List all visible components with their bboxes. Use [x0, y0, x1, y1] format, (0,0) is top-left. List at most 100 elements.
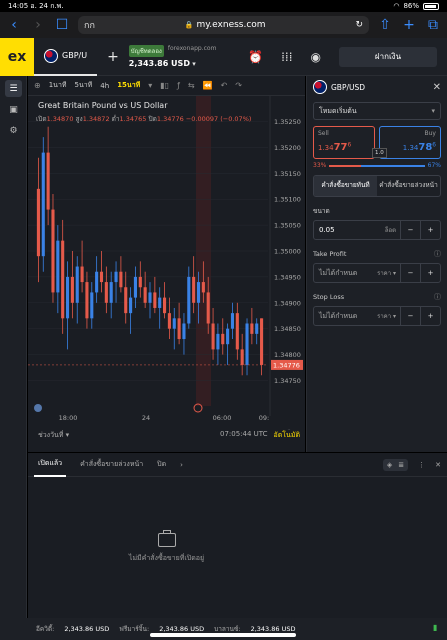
- timeframe-1m[interactable]: 1นาที: [49, 80, 67, 91]
- tab-pending-order[interactable]: คำสั่งซื้อขายล่วงหน้า: [377, 176, 440, 196]
- rewind-icon[interactable]: ⏪: [203, 81, 213, 90]
- candle-body: [187, 276, 191, 324]
- volume-value[interactable]: 0.05: [314, 226, 385, 234]
- undo-icon[interactable]: ↶: [221, 81, 228, 90]
- home-indicator: [150, 633, 296, 637]
- indicators-icon[interactable]: ƒ: [177, 81, 180, 90]
- calendar-icon[interactable]: ▣: [5, 101, 22, 118]
- new-tab-icon[interactable]: +: [401, 17, 417, 33]
- buy-button[interactable]: Buy 1.34786: [379, 126, 441, 159]
- battery-percent: 86%: [403, 2, 419, 10]
- reader-aa-button[interactable]: กก: [84, 18, 95, 32]
- share-icon[interactable]: ⇧: [377, 17, 393, 33]
- close-icon[interactable]: ✕: [435, 461, 441, 469]
- sell-percent: 33%: [313, 162, 327, 169]
- timeframe-5m[interactable]: 5นาที: [75, 80, 93, 91]
- apps-grid-icon[interactable]: ⁞⁞⁞: [281, 50, 292, 64]
- candle-body: [196, 282, 201, 303]
- sell-button[interactable]: Sell 1.34776: [313, 126, 375, 159]
- address-bar[interactable]: กก 🔒 my.exness.com ↻: [78, 16, 369, 34]
- auto-scale-button[interactable]: อัตโนมัติ: [274, 430, 300, 441]
- settings-icon[interactable]: ⚙: [5, 122, 22, 139]
- symbol-tab-label: GBP/U: [62, 51, 88, 60]
- y-tick-label: 1.34900: [274, 299, 301, 307]
- decrease-tp-button[interactable]: −: [400, 264, 420, 282]
- chevron-down-icon: ▾: [192, 60, 196, 68]
- buy-price-sup: 6: [432, 142, 436, 149]
- tabs-icon[interactable]: ⧉: [425, 17, 441, 33]
- free-margin-value: 2,343.86 USD: [159, 625, 205, 633]
- candle-type-icon[interactable]: ▮▯: [160, 81, 169, 90]
- tab-market-order[interactable]: คำสั่งซื้อขายทันที: [314, 176, 377, 196]
- sell-price-sup: 6: [347, 142, 352, 149]
- deposit-button[interactable]: ฝากเงิน: [339, 46, 437, 67]
- y-tick-label: 1.35050: [274, 222, 301, 230]
- tab-open-orders[interactable]: เปิดแล้ว: [34, 453, 67, 477]
- forward-icon[interactable]: ›: [30, 17, 46, 33]
- candle-body: [119, 271, 123, 288]
- candle-body: [114, 271, 118, 283]
- order-mode-select[interactable]: โหมดเริ่มต้น ▾: [313, 102, 441, 120]
- stop-loss-field[interactable]: ไม่ได้กำหนด ราคา − +: [313, 306, 441, 326]
- y-tick-label: 1.35000: [274, 248, 301, 256]
- x-tick-label: 06:00: [213, 414, 232, 422]
- price-chart[interactable]: 1.35250 1.35200 1.35150 1.35100 1.35050 1.350…: [28, 96, 305, 430]
- layers-icon[interactable]: ◈: [387, 461, 392, 469]
- candle-body: [51, 209, 55, 293]
- sell-price-big: 77: [333, 142, 348, 153]
- back-icon[interactable]: ‹: [6, 17, 22, 33]
- increase-tp-button[interactable]: +: [420, 264, 440, 282]
- gbp-flag-icon: [313, 80, 327, 94]
- account-selector[interactable]: บัญชีทดลอง forexonapp.com 2,343.86 USD ▾: [128, 45, 217, 68]
- redo-icon[interactable]: ↷: [235, 81, 242, 90]
- server-name: forexonapp.com: [167, 45, 217, 52]
- stop-loss-unit[interactable]: ราคา: [377, 311, 400, 321]
- timeframe-15m[interactable]: 15นาที: [117, 80, 140, 91]
- volume-field[interactable]: 0.05 ล็อต − +: [313, 220, 441, 240]
- decrease-volume-button[interactable]: −: [400, 221, 420, 239]
- candle-body: [90, 292, 94, 319]
- reload-icon[interactable]: ↻: [355, 20, 363, 30]
- stop-loss-value[interactable]: ไม่ได้กำหนด: [314, 311, 377, 322]
- url-text: my.exness.com: [196, 20, 266, 30]
- list-icon[interactable]: ☰: [5, 80, 22, 97]
- increase-sl-button[interactable]: +: [420, 307, 440, 325]
- low-label: ต่ำ: [111, 115, 120, 123]
- date-range-button[interactable]: ช่วงวันที่ ▾: [38, 430, 69, 441]
- more-icon[interactable]: ⋮: [418, 461, 425, 469]
- book-icon[interactable]: ☐: [54, 17, 70, 33]
- briefcase-icon: [157, 530, 176, 547]
- app-header: ex GBP/U + บัญชีทดลอง forexonapp.com 2,3…: [0, 37, 447, 76]
- orders-tabs: เปิดแล้ว คำสั่งซื้อขายล่วงหน้า ปิด › ◈ ≣…: [28, 453, 447, 477]
- alarm-clock-icon[interactable]: ⏰: [248, 50, 263, 64]
- candle-body: [245, 323, 249, 365]
- increase-volume-button[interactable]: +: [420, 221, 440, 239]
- symbol-tab[interactable]: GBP/U: [34, 38, 98, 76]
- info-icon[interactable]: ⓘ: [434, 292, 441, 302]
- add-indicator-icon[interactable]: ⊕: [34, 81, 41, 90]
- tab-closed-orders[interactable]: ปิด: [157, 459, 166, 470]
- exness-logo[interactable]: ex: [0, 37, 34, 76]
- y-tick-label: 1.34750: [274, 377, 301, 385]
- timeframe-4h[interactable]: 4h: [100, 82, 109, 90]
- take-profit-field[interactable]: ไม่ได้กำหนด ราคา − +: [313, 263, 441, 283]
- compare-icon[interactable]: ⇆: [188, 81, 195, 90]
- quote-buttons: Sell 1.34776 1.0 Buy 1.34786: [313, 126, 441, 159]
- chevron-right-icon[interactable]: ›: [180, 461, 183, 469]
- candle-body: [56, 240, 60, 293]
- take-profit-value[interactable]: ไม่ได้กำหนด: [314, 268, 377, 279]
- profile-icon[interactable]: ◉: [311, 50, 321, 64]
- decrease-sl-button[interactable]: −: [400, 307, 420, 325]
- take-profit-unit[interactable]: ราคา: [377, 268, 400, 278]
- chevron-down-icon[interactable]: ▾: [148, 81, 152, 90]
- stack-icon[interactable]: ≣: [398, 461, 404, 469]
- add-symbol-icon[interactable]: +: [97, 49, 129, 65]
- close-icon[interactable]: ✕: [433, 82, 441, 93]
- candle-body: [143, 287, 147, 303]
- sentiment-meter: [329, 164, 425, 167]
- info-icon[interactable]: ⓘ: [434, 249, 441, 259]
- buy-price-main: 1.34: [402, 144, 419, 152]
- open-label: เปิด: [36, 115, 47, 123]
- candle-body: [255, 323, 259, 334]
- tab-pending-orders[interactable]: คำสั่งซื้อขายล่วงหน้า: [80, 459, 143, 470]
